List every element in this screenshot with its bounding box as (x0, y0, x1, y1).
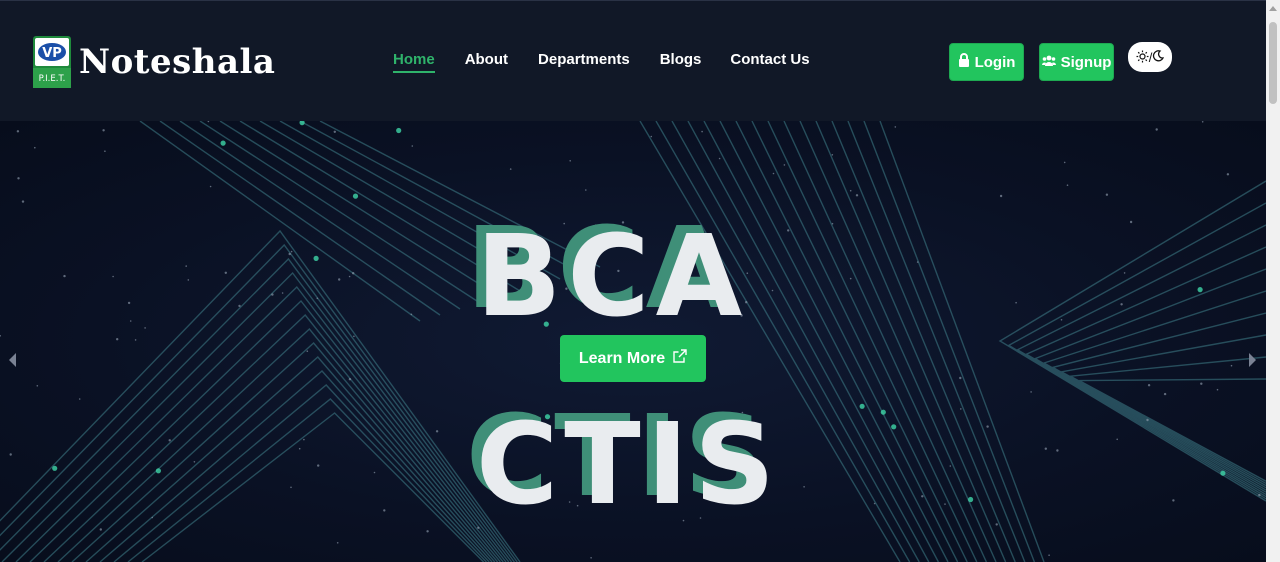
nav-departments[interactable]: Departments (538, 51, 630, 73)
nav-home[interactable]: Home (393, 51, 435, 73)
external-link-icon (673, 349, 687, 368)
learn-more-label: Learn More (578, 349, 666, 367)
brand-name: Noteshala (79, 42, 276, 82)
scroll-up-arrow[interactable] (1269, 6, 1277, 11)
nav-blogs[interactable]: Blogs (660, 51, 702, 73)
page-scrollbar[interactable] (1266, 0, 1280, 562)
hero-title-top: BCA (476, 212, 749, 342)
chevron-right-icon[interactable] (1249, 353, 1256, 367)
login-button[interactable]: Login (949, 43, 1024, 81)
main-nav: Home About Departments Blogs Contact Us (393, 51, 810, 73)
lock-icon (958, 53, 970, 71)
hero-title-bottom: CTIS (476, 400, 781, 530)
signup-label: Signup (1060, 53, 1112, 71)
navbar: VP P.I.E.T. Noteshala Home About Departm… (0, 0, 1266, 122)
piet-logo: VP P.I.E.T. (33, 36, 71, 88)
signup-button[interactable]: Signup (1039, 43, 1114, 81)
scroll-thumb[interactable] (1269, 22, 1277, 104)
moon-icon (1152, 50, 1165, 64)
page: VP P.I.E.T. Noteshala Home About Departm… (0, 0, 1280, 562)
sun-icon (1136, 50, 1149, 65)
chevron-left-icon[interactable] (9, 353, 16, 367)
svg-text:VP: VP (42, 46, 62, 61)
brand[interactable]: VP P.I.E.T. Noteshala (33, 36, 275, 88)
learn-more-button[interactable]: Learn More (560, 335, 706, 382)
users-icon (1041, 54, 1056, 71)
nav-about[interactable]: About (465, 51, 508, 73)
login-label: Login (974, 53, 1016, 71)
nav-contact-us[interactable]: Contact Us (730, 51, 809, 73)
hero-carousel: BCA Learn More CTIS (0, 121, 1266, 562)
theme-toggle[interactable]: / (1128, 42, 1172, 72)
svg-text:P.I.E.T.: P.I.E.T. (39, 74, 66, 84)
